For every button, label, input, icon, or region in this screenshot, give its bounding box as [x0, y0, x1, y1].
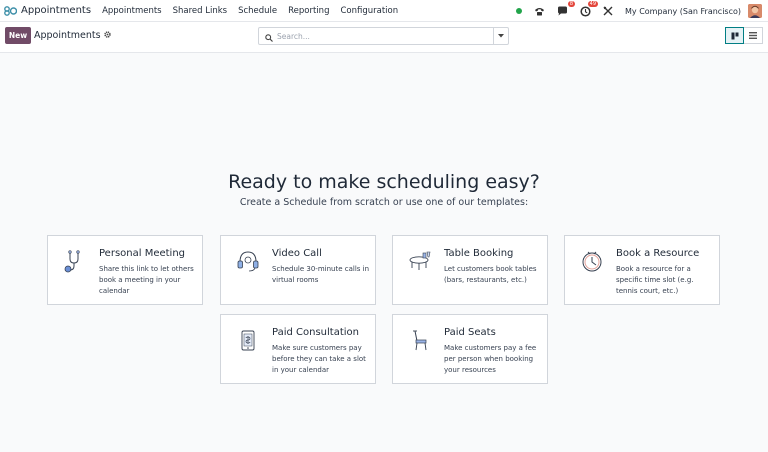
- chair-icon: [407, 327, 433, 353]
- user-avatar[interactable]: [748, 4, 762, 18]
- card-title: Paid Consultation: [272, 327, 359, 338]
- gear-icon[interactable]: [103, 31, 111, 40]
- messages-icon[interactable]: 8: [555, 1, 576, 18]
- template-card-paid-consultation[interactable]: Paid Consultation Make sure customers pa…: [220, 314, 376, 384]
- template-card-video-call[interactable]: Video Call Schedule 30-minute calls in v…: [220, 235, 376, 305]
- card-title: Paid Seats: [444, 327, 496, 338]
- template-card-table-booking[interactable]: Table Booking Let customers book tables …: [392, 235, 548, 305]
- kanban-view-button[interactable]: [725, 27, 744, 44]
- empty-state-subtitle: Create a Schedule from scratch or use on…: [239, 197, 529, 208]
- list-view-button[interactable]: [744, 27, 763, 44]
- stethoscope-icon: [62, 248, 88, 274]
- headset-icon: [235, 248, 261, 274]
- menu-shared-links[interactable]: Shared Links: [173, 6, 227, 16]
- search-icon: [265, 27, 273, 46]
- card-description: Make customers pay a fee per person when…: [444, 344, 537, 374]
- template-card-book-resource[interactable]: Book a Resource Book a resource for a sp…: [564, 235, 720, 305]
- menu-appointments[interactable]: Appointments: [102, 6, 162, 16]
- card-title: Table Booking: [444, 248, 514, 259]
- kanban-icon: [731, 32, 738, 39]
- systray: 8 49 My Company (San Francisco): [516, 0, 768, 22]
- empty-state-title: Ready to make scheduling easy?: [228, 171, 540, 193]
- control-panel: New Appointments: [0, 22, 768, 53]
- card-description: Let customers book tables (bars, restaur…: [444, 265, 537, 284]
- view-switcher: [725, 27, 763, 44]
- list-icon: [749, 32, 757, 39]
- clock-icon: [579, 248, 605, 274]
- search-options-toggle[interactable]: [493, 28, 508, 44]
- tools-icon[interactable]: [601, 4, 615, 18]
- status-dot-icon: [516, 8, 523, 14]
- search-input[interactable]: [277, 31, 477, 41]
- breadcrumb: Appointments: [34, 30, 111, 41]
- table-icon: [407, 248, 433, 274]
- menu-configuration[interactable]: Configuration: [340, 6, 398, 16]
- activities-clock-icon[interactable]: 49: [578, 1, 599, 18]
- phone-icon: [235, 327, 261, 353]
- menu-schedule[interactable]: Schedule: [238, 6, 277, 16]
- activities-badge: 49: [587, 1, 599, 7]
- apps-menu-icon[interactable]: [4, 5, 17, 16]
- card-description: Book a resource for a specific time slot…: [616, 265, 694, 295]
- menu-reporting[interactable]: Reporting: [288, 6, 329, 16]
- template-card-paid-seats[interactable]: Paid Seats Make customers pay a fee per …: [392, 314, 548, 384]
- messages-badge: 8: [567, 1, 576, 7]
- search-bar: [258, 27, 509, 45]
- breadcrumb-title: Appointments: [34, 30, 101, 41]
- phone-systray-icon[interactable]: [532, 4, 546, 18]
- caret-down-icon: [498, 34, 504, 38]
- main-menu: Appointments Shared Links Schedule Repor…: [102, 6, 409, 16]
- company-switcher[interactable]: My Company (San Francisco): [625, 7, 741, 16]
- card-title: Book a Resource: [616, 248, 700, 259]
- app-name[interactable]: Appointments: [21, 5, 91, 16]
- new-button[interactable]: New: [5, 27, 31, 44]
- card-description: Share this link to let others book a mee…: [99, 265, 194, 295]
- card-title: Video Call: [272, 248, 322, 259]
- card-title: Personal Meeting: [99, 248, 186, 259]
- top-navbar: Appointments Appointments Shared Links S…: [0, 0, 768, 22]
- card-description: Schedule 30-minute calls in virtual room…: [272, 265, 370, 284]
- card-description: Make sure customers pay before they can …: [272, 344, 366, 374]
- template-card-personal-meeting[interactable]: Personal Meeting Share this link to let …: [47, 235, 203, 305]
